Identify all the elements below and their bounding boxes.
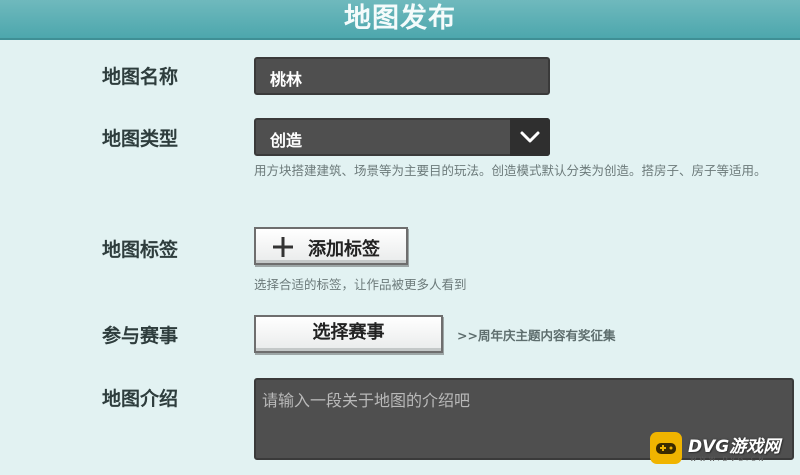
select-contest-button[interactable]: 选择赛事 — [254, 315, 443, 353]
contest-promo-link[interactable]: >>周年庆主题内容有奖征集 — [457, 327, 615, 344]
map-name-input[interactable]: 桃林 — [254, 57, 550, 95]
map-type-label: 地图类型 — [102, 128, 179, 150]
map-name-value: 桃林 — [270, 70, 303, 89]
add-tag-button[interactable]: 添加标签 — [254, 227, 408, 265]
map-name-label: 地图名称 — [102, 66, 179, 88]
watermark-url: WWW.DVG.CN — [690, 455, 767, 463]
map-intro-placeholder: 请输入一段关于地图的介绍吧 — [262, 391, 471, 410]
map-type-hint: 用方块搭建建筑、场景等为主要目的玩法。创造模式默认分类为创造。搭房子、房子等适用… — [254, 163, 767, 178]
map-tags-hint: 选择合适的标签，让作品被更多人看到 — [254, 277, 467, 292]
chevron-down-icon — [520, 131, 540, 143]
watermark-badge — [650, 432, 682, 464]
add-tag-label: 添加标签 — [308, 239, 380, 260]
map-tags-label: 地图标签 — [102, 239, 179, 261]
contest-label: 参与赛事 — [102, 325, 179, 347]
watermark-brand: DVG游戏网 — [688, 437, 781, 457]
map-intro-label: 地图介绍 — [102, 388, 179, 410]
watermark: DVG游戏网 WWW.DVG.CN — [650, 430, 796, 470]
dropdown-button[interactable] — [510, 118, 550, 156]
select-contest-label: 选择赛事 — [312, 322, 385, 343]
gamepad-icon — [656, 443, 676, 454]
title-bar: 地图发布 — [0, 0, 800, 40]
page-title: 地图发布 — [344, 3, 456, 34]
map-type-value: 创造 — [270, 131, 303, 150]
map-type-select[interactable]: 创造 — [254, 118, 550, 156]
plus-icon — [273, 237, 293, 257]
